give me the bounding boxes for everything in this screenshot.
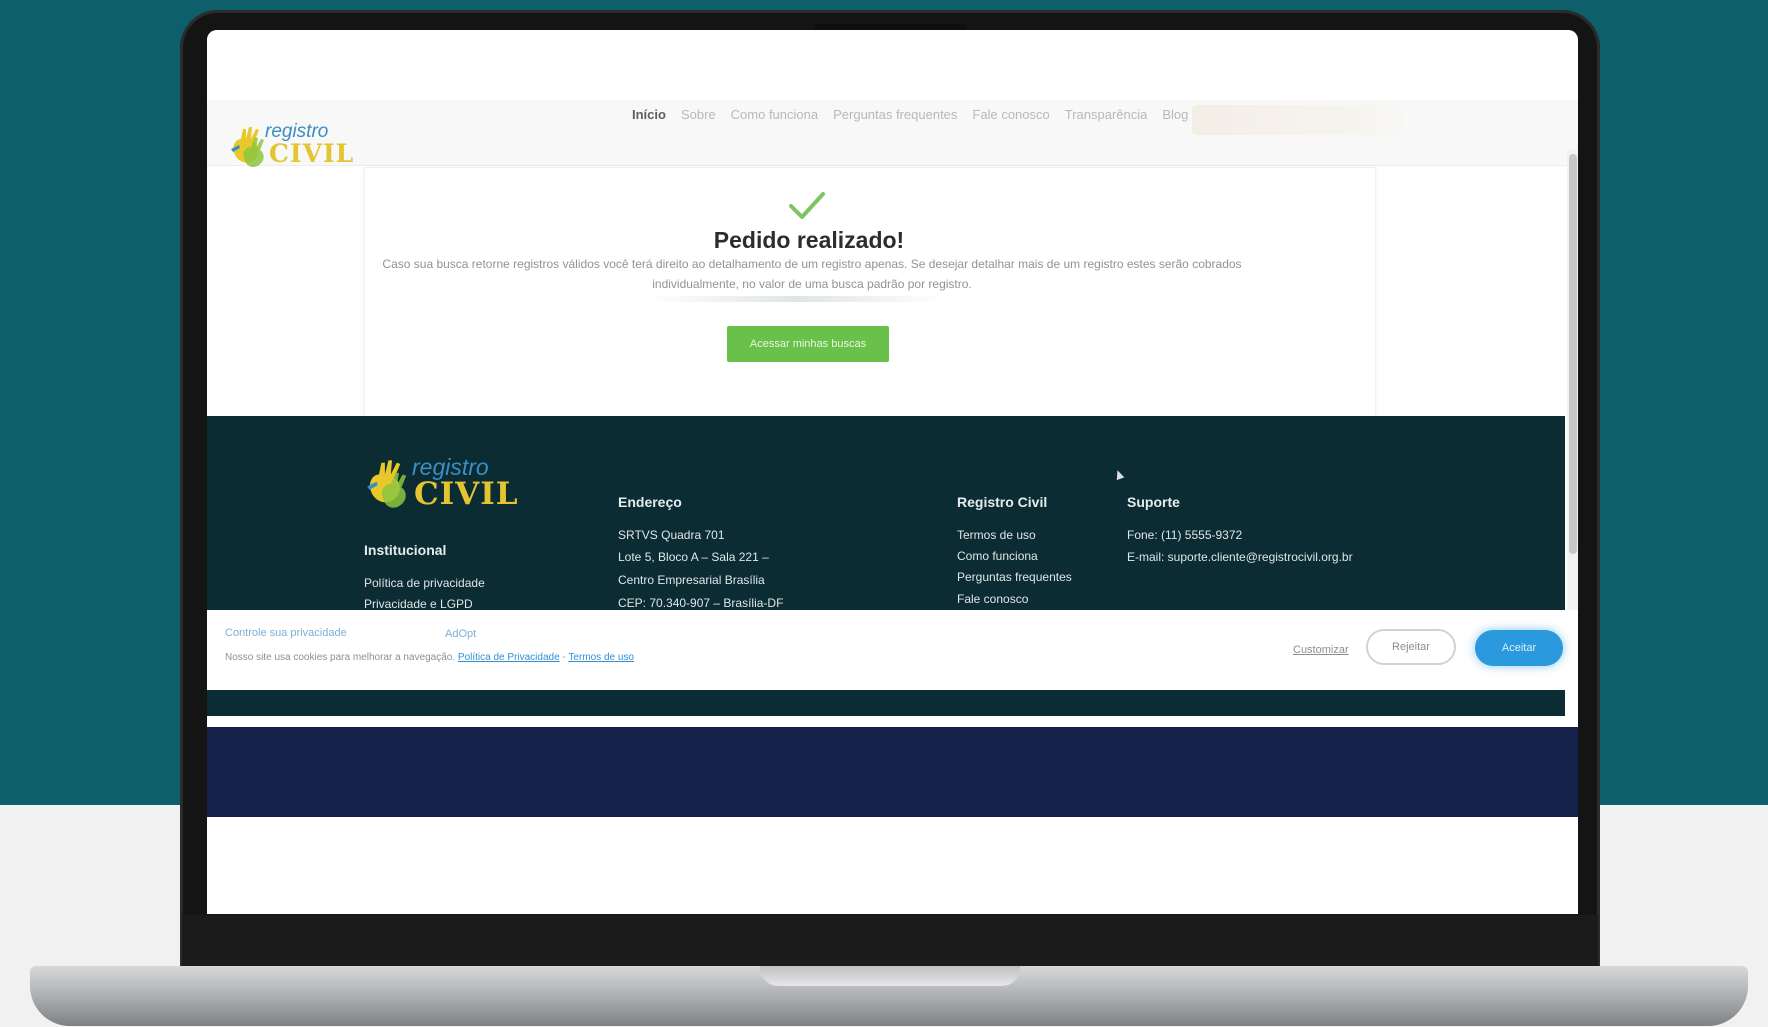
- browser-top-area: [207, 30, 1578, 100]
- access-my-searches-button[interactable]: Acessar minhas buscas: [727, 326, 889, 362]
- cookie-banner-text: Nosso site usa cookies para melhorar a n…: [225, 652, 456, 663]
- laptop-base-notch: [760, 966, 1020, 986]
- footer-link-como-funciona[interactable]: Como funciona: [957, 549, 1038, 563]
- nav-item-blog[interactable]: Blog: [1162, 107, 1188, 122]
- nav-item-fale-conosco[interactable]: Fale conosco: [972, 107, 1049, 122]
- terms-of-use-link[interactable]: Termos de uso: [568, 652, 634, 663]
- footer-heading-endereco: Endereço: [618, 494, 682, 510]
- link-separator: -: [562, 652, 566, 663]
- support-phone: Fone: (11) 5555-9372: [1127, 528, 1243, 542]
- support-email[interactable]: E-mail: suporte.cliente@registrocivil.or…: [1127, 550, 1353, 564]
- cookie-banner-title: Controle sua privacidade: [225, 627, 347, 639]
- laptop-screen: registro CIVIL Início Sobre Como funcion…: [207, 30, 1578, 914]
- cookie-banner-text-row: Nosso site usa cookies para melhorar a n…: [225, 652, 634, 663]
- cookie-consent-banner: Controle sua privacidade AdOpt Nosso sit…: [207, 610, 1578, 690]
- scrollbar-thumb[interactable]: [1569, 154, 1577, 554]
- header-logo[interactable]: registro CIVIL: [229, 121, 353, 171]
- nav-item-inicio[interactable]: Início: [632, 107, 666, 122]
- footer-logo[interactable]: registro CIVIL: [364, 454, 518, 514]
- footer-link-privacidade-lgpd[interactable]: Privacidade e LGPD: [364, 597, 473, 611]
- address-line-3: Centro Empresarial Brasília: [618, 573, 765, 587]
- check-icon: [789, 192, 825, 219]
- footer-heading-registro-civil: Registro Civil: [957, 494, 1048, 510]
- footer-heading-institucional: Institucional: [364, 542, 447, 558]
- nav-item-perguntas-frequentes[interactable]: Perguntas frequentes: [833, 107, 957, 122]
- logo-word-big: CIVIL: [269, 139, 355, 168]
- navy-bottom-section: [207, 727, 1578, 817]
- customize-cookies-button[interactable]: Customizar: [1293, 644, 1349, 656]
- footer-logo-word-big: CIVIL: [414, 476, 519, 512]
- privacy-policy-link[interactable]: Política de Privacidade: [458, 652, 560, 663]
- blurred-line: [647, 296, 947, 302]
- footer-link-politica-privacidade[interactable]: Política de privacidade: [364, 576, 485, 590]
- address-line-1: SRTVS Quadra 701: [618, 528, 725, 542]
- footer-link-termos-de-uso[interactable]: Termos de uso: [957, 528, 1036, 542]
- description-line-2: individualmente, no valor de uma busca p…: [652, 277, 972, 291]
- page-title: Pedido realizado!: [713, 227, 905, 253]
- cookie-banner-brand[interactable]: AdOpt: [445, 628, 476, 640]
- footer-link-perguntas-frequentes[interactable]: Perguntas frequentes: [957, 570, 1072, 584]
- reject-cookies-button[interactable]: Rejeitar: [1366, 629, 1456, 665]
- footer-link-fale-conosco[interactable]: Fale conosco: [957, 592, 1028, 606]
- footer-heading-suporte: Suporte: [1127, 494, 1180, 510]
- accept-cookies-button[interactable]: Aceitar: [1475, 630, 1563, 666]
- confirmation-description: Caso sua busca retorne registros válidos…: [367, 254, 1257, 294]
- nav-item-como-funciona[interactable]: Como funciona: [731, 107, 818, 122]
- nav-item-transparencia[interactable]: Transparência: [1065, 107, 1148, 122]
- description-line-1: Caso sua busca retorne registros válidos…: [382, 257, 1242, 271]
- header-blurred-actions: [1192, 105, 1402, 135]
- address-line-2: Lote 5, Bloco A – Sala 221 –: [618, 550, 769, 564]
- address-line-4: CEP: 70.340-907 – Brasília-DF: [618, 596, 784, 610]
- laptop-bezel-bottom: [182, 915, 1598, 968]
- main-navigation: Início Sobre Como funciona Perguntas fre…: [632, 107, 1188, 122]
- nav-item-sobre[interactable]: Sobre: [681, 107, 716, 122]
